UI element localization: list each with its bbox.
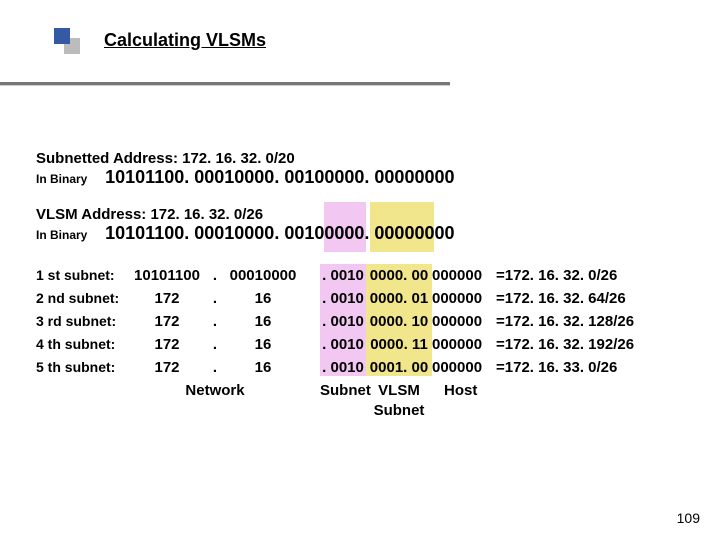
header-subnet: Subnet <box>320 381 366 421</box>
row-octet1: 172 <box>128 357 206 379</box>
title-bullet-icon <box>54 28 80 54</box>
row-label: 3 rd subnet: <box>36 310 128 332</box>
row-label: 5 th subnet: <box>36 356 128 378</box>
row-host: 000000 <box>432 311 496 333</box>
row-octet1: 172 <box>128 288 206 310</box>
row-host: 000000 <box>432 334 496 356</box>
subnetted-label: Subnetted Address: 172. 16. 32. 0/20 <box>36 150 634 167</box>
vlsm-label: VLSM Address: 172. 16. 32. 0/26 <box>36 206 634 223</box>
row-result: =172. 16. 32. 192/26 <box>496 334 634 356</box>
column-headers: Network Subnet VLSMSubnet Host <box>36 381 634 421</box>
row-dot: . <box>206 265 224 287</box>
row-subnet: . 0010 <box>320 357 366 379</box>
table-row: 5 th subnet: 172 . 16 . 0010 0001. 00 00… <box>36 356 634 379</box>
vlsm-binary: 10101100. 00010000. 00100000. 00000000 <box>105 223 454 243</box>
row-result: =172. 16. 32. 128/26 <box>496 311 634 333</box>
subnetted-block: Subnetted Address: 172. 16. 32. 0/20 In … <box>36 150 634 188</box>
row-result: =172. 16. 33. 0/26 <box>496 357 617 379</box>
row-octet1: 10101100 <box>128 265 206 287</box>
row-result: =172. 16. 32. 64/26 <box>496 288 626 310</box>
row-subnet: . 0010 <box>320 288 366 310</box>
row-octet2: 16 <box>224 288 302 310</box>
row-dot: . <box>206 288 224 310</box>
subnetted-binlabel: In Binary <box>36 172 87 186</box>
row-dot: . <box>206 334 224 356</box>
table-row: 4 th subnet: 172 . 16 . 0010 0000. 11 00… <box>36 333 634 356</box>
row-host: 000000 <box>432 288 496 310</box>
header-network: Network <box>128 381 302 421</box>
row-subnet: . 0010 <box>320 311 366 333</box>
row-label: 1 st subnet: <box>36 264 128 286</box>
table-row: 2 nd subnet: 172 . 16 . 0010 0000. 01 00… <box>36 287 634 310</box>
slide-title: Calculating VLSMs <box>104 30 266 51</box>
row-octet2: 16 <box>224 357 302 379</box>
row-vlsm: 0001. 00 <box>366 357 432 379</box>
row-host: 000000 <box>432 265 496 287</box>
subnetted-binary: 10101100. 00010000. 00100000. 00000000 <box>105 167 454 187</box>
row-dot: . <box>206 311 224 333</box>
vlsm-binlabel: In Binary <box>36 228 87 242</box>
row-vlsm: 0000. 10 <box>366 311 432 333</box>
row-subnet: . 0010 <box>320 334 366 356</box>
row-subnet: . 0010 <box>320 265 366 287</box>
table-row: 1 st subnet: 10101100 . 00010000 . 0010 … <box>36 264 634 287</box>
row-octet1: 172 <box>128 334 206 356</box>
header-host: Host <box>432 381 508 421</box>
page-number: 109 <box>677 510 700 526</box>
vlsm-block: VLSM Address: 172. 16. 32. 0/26 In Binar… <box>36 206 634 244</box>
row-label: 4 th subnet: <box>36 333 128 355</box>
row-vlsm: 0000. 00 <box>366 265 432 287</box>
subnet-table: 1 st subnet: 10101100 . 00010000 . 0010 … <box>36 264 634 421</box>
header-vlsm: VLSMSubnet <box>366 381 432 421</box>
row-octet2: 16 <box>224 311 302 333</box>
table-row: 3 rd subnet: 172 . 16 . 0010 0000. 10 00… <box>36 310 634 333</box>
row-octet2: 00010000 <box>224 265 302 287</box>
row-octet1: 172 <box>128 311 206 333</box>
row-octet2: 16 <box>224 334 302 356</box>
row-vlsm: 0000. 01 <box>366 288 432 310</box>
row-result: =172. 16. 32. 0/26 <box>496 265 617 287</box>
row-dot: . <box>206 357 224 379</box>
title-divider-light <box>0 85 450 86</box>
row-label: 2 nd subnet: <box>36 287 128 309</box>
row-vlsm: 0000. 11 <box>366 334 432 356</box>
row-host: 000000 <box>432 357 496 379</box>
